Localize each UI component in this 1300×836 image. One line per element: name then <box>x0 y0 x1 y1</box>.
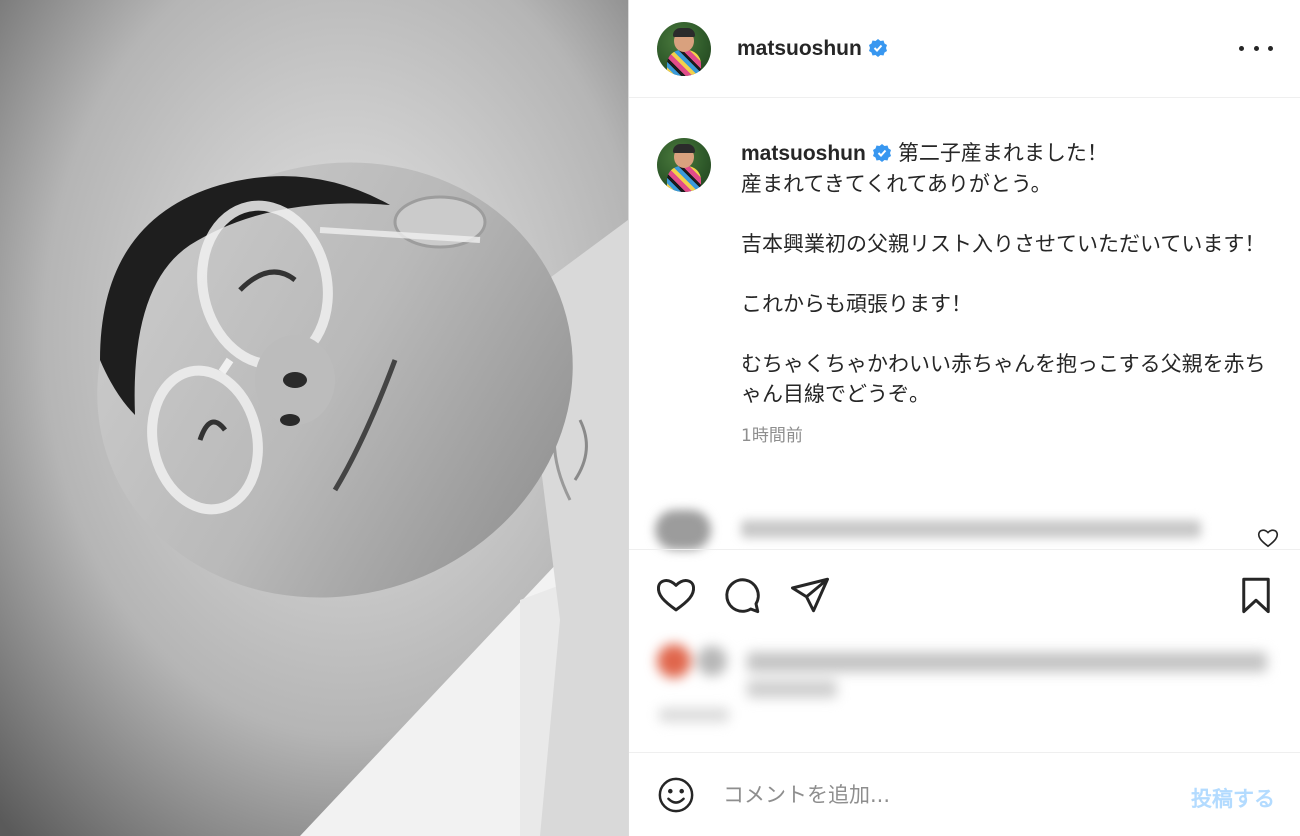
comment-icon[interactable] <box>721 574 763 616</box>
post-side-panel: matsuoshun matsuoshun 第二子産まれました！ 産まれてきてくれ… <box>628 0 1300 836</box>
blurred-comment <box>655 506 1215 550</box>
instagram-post-modal: matsuoshun matsuoshun 第二子産まれました！ 産まれてきてくれ… <box>0 0 1300 836</box>
action-bar <box>629 549 1300 639</box>
author-avatar[interactable] <box>657 21 711 76</box>
verified-badge-icon <box>868 38 887 57</box>
share-icon[interactable] <box>789 574 831 616</box>
author-username[interactable]: matsuoshun <box>737 37 888 61</box>
bookmark-icon[interactable] <box>1235 574 1277 616</box>
post-photo[interactable] <box>0 0 628 836</box>
caption-body: 第二子産まれました！ 産まれてきてくれてありがとう。 吉本興業初の父親リスト入り… <box>741 141 1266 406</box>
blurred-likes-summary <box>653 636 1293 736</box>
caption-block: matsuoshun 第二子産まれました！ 産まれてきてくれてありがとう。 吉本興… <box>657 138 1277 446</box>
heart-icon[interactable] <box>655 574 697 616</box>
caption-text: matsuoshun 第二子産まれました！ 産まれてきてくれてありがとう。 吉本興… <box>741 138 1277 409</box>
comment-input[interactable] <box>723 782 1143 807</box>
post-header: matsuoshun <box>629 0 1300 98</box>
comment-bar: 投稿する <box>629 752 1300 836</box>
post-timestamp: 1時間前 <box>741 426 803 446</box>
photo-illustration <box>0 0 628 836</box>
post-comment-button[interactable]: 投稿する <box>1191 783 1275 813</box>
comment-like-heart-icon[interactable] <box>1257 528 1279 548</box>
caption-username[interactable]: matsuoshun <box>741 142 892 165</box>
emoji-icon[interactable] <box>657 776 695 814</box>
verified-badge-icon <box>872 144 891 162</box>
more-options-icon[interactable] <box>1239 36 1273 60</box>
caption-author-avatar[interactable] <box>657 138 711 192</box>
